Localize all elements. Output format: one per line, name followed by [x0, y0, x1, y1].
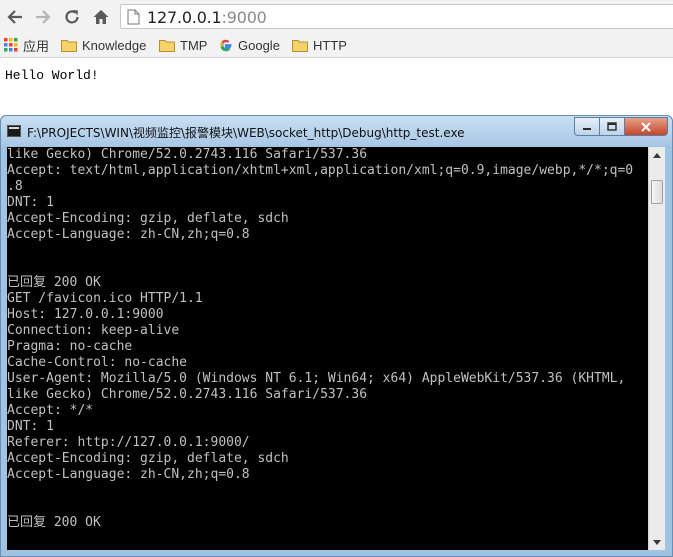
scroll-thumb[interactable] [651, 180, 663, 204]
bookmark-label: Knowledge [82, 37, 147, 53]
bookmark-tmp[interactable]: TMP [159, 36, 207, 54]
page-hello-text: Hello World! [5, 68, 99, 83]
triangle-down-icon [653, 539, 661, 545]
console-line: Accept-Encoding: gzip, deflate, sdch [7, 211, 289, 226]
console-line: Host: 127.0.0.1:9000 [7, 307, 164, 322]
maximize-icon [607, 122, 617, 131]
folder-icon [292, 39, 308, 52]
bookmark-knowledge[interactable]: Knowledge [61, 36, 146, 54]
console-line: Referer: http://127.0.0.1:9000/ [7, 435, 250, 450]
page-icon [127, 9, 140, 25]
back-button[interactable] [4, 6, 26, 28]
close-icon [641, 121, 651, 132]
console-line: DNT: 1 [7, 195, 54, 210]
home-icon [93, 10, 109, 24]
console-line: Accept: text/html,application/xhtml+xml,… [7, 163, 634, 178]
reload-icon [65, 10, 79, 24]
console-line: Pragma: no-cache [7, 339, 133, 354]
arrow-right-icon [36, 10, 51, 24]
reload-button[interactable] [61, 6, 83, 28]
bookmark-google[interactable]: Google [219, 36, 280, 54]
address-bar[interactable]: 127.0.0.1:9000 [120, 4, 673, 29]
console-line: 已回复 200 OK [7, 515, 101, 530]
console-title: F:\PROJECTS\WIN\视频监控\报警模块\WEB\socket_htt… [27, 126, 465, 140]
console-line: Accept-Encoding: gzip, deflate, sdch [7, 451, 289, 466]
console-scrollbar[interactable] [648, 147, 665, 550]
arrow-left-icon [7, 10, 22, 24]
console-line: like Gecko) Chrome/52.0.2743.116 Safari/… [7, 387, 368, 402]
console-line: Accept-Language: zh-CN,zh;q=0.8 [7, 467, 250, 482]
console-line: User-Agent: Mozilla/5.0 (Windows NT 6.1;… [7, 371, 626, 386]
close-button[interactable] [625, 117, 668, 136]
home-button[interactable] [90, 6, 112, 28]
console-window: F:\PROJECTS\WIN\视频监控\报警模块\WEB\socket_htt… [0, 115, 673, 557]
console-line: GET /favicon.ico HTTP/1.1 [7, 291, 203, 306]
bookmark-label: Google [238, 37, 280, 53]
browser-toolbar: 127.0.0.1:9000 [0, 0, 673, 32]
apps-grid-icon [4, 38, 18, 52]
console-line: 已回复 200 OK [7, 275, 101, 290]
page-content: Hello World! [0, 59, 673, 119]
folder-icon [159, 39, 175, 52]
bookmark-label: HTTP [313, 37, 347, 53]
bookmark-label: 应用 [23, 38, 50, 54]
console-line: Connection: keep-alive [7, 323, 180, 338]
google-icon [220, 39, 232, 52]
forward-button[interactable] [32, 6, 54, 28]
console-line: .8 [7, 179, 23, 194]
console-line: DNT: 1 [7, 419, 54, 434]
triangle-up-icon [653, 152, 661, 158]
console-line: like Gecko) Chrome/52.0.2743.116 Safari/… [7, 147, 368, 162]
minimize-icon [583, 127, 591, 130]
window-controls [574, 117, 668, 137]
console-line: Cache-Control: no-cache [7, 355, 188, 370]
folder-icon [61, 39, 77, 52]
console-line: Accept: */* [7, 403, 94, 418]
scroll-up-button[interactable] [649, 147, 665, 163]
scroll-down-button[interactable] [649, 534, 665, 550]
console-app-icon [7, 125, 21, 137]
url-text: 127.0.0.1:9000 [147, 8, 267, 27]
bookmark-apps[interactable]: 应用 [4, 36, 49, 54]
console-output[interactable]: like Gecko) Chrome/52.0.2743.116 Safari/… [7, 147, 648, 550]
maximize-button[interactable] [600, 117, 625, 136]
bookmarks-bar: 应用 Knowledge TMP Google HTTP [0, 32, 673, 58]
bookmark-http[interactable]: HTTP [292, 36, 347, 54]
console-titlebar[interactable]: F:\PROJECTS\WIN\视频监控\报警模块\WEB\socket_htt… [1, 116, 672, 146]
minimize-button[interactable] [574, 117, 600, 136]
bookmark-label: TMP [180, 37, 208, 53]
console-line: Accept-Language: zh-CN,zh;q=0.8 [7, 227, 250, 242]
